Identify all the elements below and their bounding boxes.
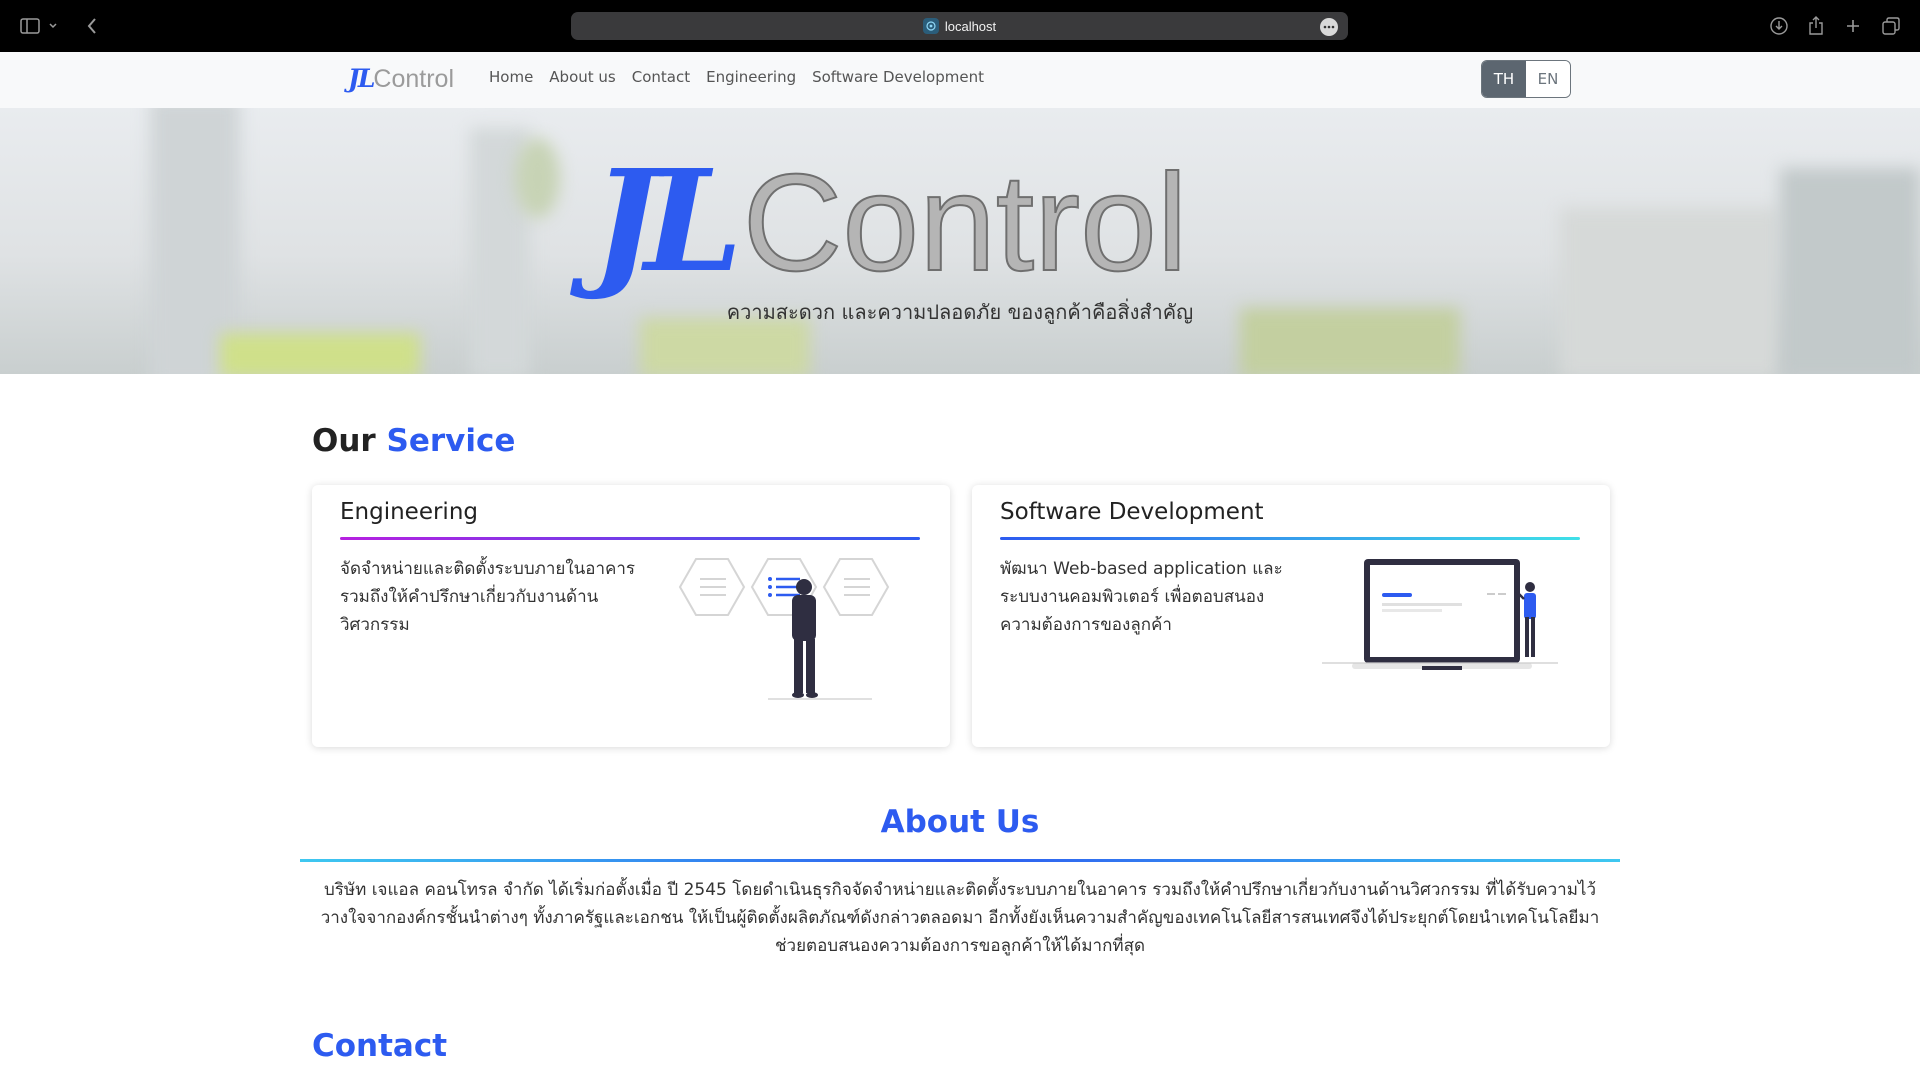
card-description: จัดจำหน่ายและติดตั้งระบบภายในอาคาร รวมถึ… [340,559,636,635]
card-description: พัฒนา Web-based application และระบบงานคอ… [1000,559,1283,635]
site-navbar: JL Control Home About us Contact Enginee… [0,52,1920,108]
tabs-overview-icon[interactable] [1879,14,1903,38]
card-gradient-divider [1000,537,1580,540]
service-title-prefix: Our [312,423,376,459]
service-card-engineering[interactable]: Engineering จัดจำหน่ายและติดตั้งระบบภายใ… [312,485,950,747]
service-card-software-development[interactable]: Software Development พัฒนา Web-based app… [972,485,1610,747]
address-bar[interactable]: localhost [571,12,1348,40]
url-text: localhost [944,18,997,34]
nav-links: Home About us Contact Engineering Softwa… [489,68,1000,86]
logo-jl-text: JL [348,64,375,93]
nav-link-home[interactable]: Home [489,68,533,86]
plus-icon[interactable] [1841,14,1865,38]
download-icon[interactable] [1767,14,1791,38]
hero-background-shape [1780,168,1920,374]
about-section-title: About Us [880,804,1040,840]
nav-link-contact[interactable]: Contact [632,68,690,86]
software-illustration-icon [1322,559,1558,670]
nav-link-software-development[interactable]: Software Development [812,68,984,86]
hero-banner: JL Control ความสะดวก และความปลอดภัย ของล… [0,108,1920,374]
hero-background-shape [1560,208,1780,374]
hero-logo-jl-text: JL [592,140,743,304]
lang-en-button[interactable]: EN [1526,61,1570,97]
back-arrow-icon[interactable] [80,14,104,38]
hero-tagline: ความสะดวก และความปลอดภัย ของลูกค้าคือสิ่… [726,300,1194,324]
service-section-title: Our Service [312,423,515,459]
card-gradient-divider [340,537,920,540]
site-logo[interactable]: JL Control [348,64,454,96]
share-icon[interactable] [1804,14,1828,38]
service-title-accent: Service [386,423,516,459]
hero-background-shape [220,333,420,374]
nav-link-about[interactable]: About us [549,68,615,86]
about-paragraph: บริษัท เจแอล คอนโทรล จำกัด ได้เริ่มก่อตั… [320,880,1600,956]
nav-link-engineering[interactable]: Engineering [706,68,796,86]
site-favicon-icon [922,18,939,34]
hero-logo: JL Control [592,140,1189,304]
more-icon[interactable] [1320,18,1338,36]
language-toggle: TH EN [1481,60,1571,98]
card-title: Engineering [340,499,478,525]
contact-section-title: Contact [312,1028,448,1064]
hero-logo-control-text: Control [742,146,1189,300]
lang-th-button[interactable]: TH [1482,61,1526,97]
sidebar-toggle-icon[interactable] [18,14,42,38]
chevron-down-icon[interactable] [46,14,60,38]
hero-background-shape [515,138,560,218]
about-gradient-divider [300,859,1620,862]
engineering-illustration-icon [678,558,890,700]
card-title: Software Development [1000,499,1264,525]
logo-control-text: Control [373,65,455,93]
browser-toolbar: localhost [0,0,1920,52]
